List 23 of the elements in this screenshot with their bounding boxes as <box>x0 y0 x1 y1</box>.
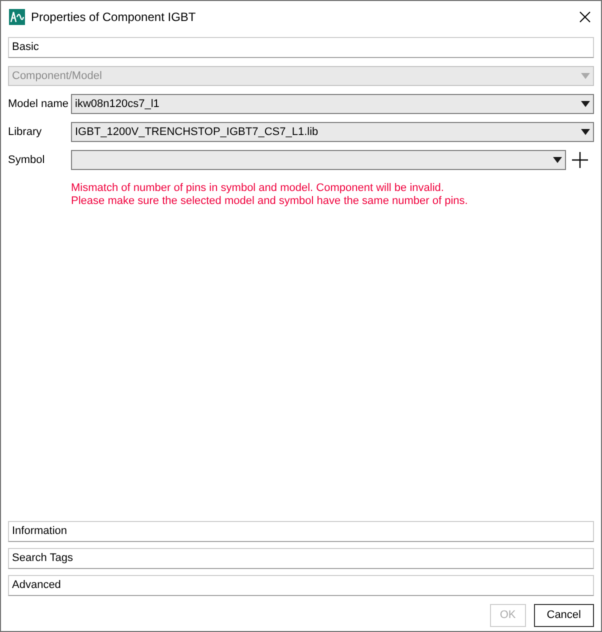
dropdown-arrow-icon <box>581 73 590 79</box>
cancel-button[interactable]: Cancel <box>534 604 594 627</box>
field-label: Library <box>8 124 43 140</box>
section-header[interactable]: Basic <box>8 37 594 58</box>
dropdown-arrow-icon <box>581 101 590 107</box>
close-icon <box>579 11 591 23</box>
add-button[interactable] <box>572 152 588 168</box>
section-header[interactable]: Advanced <box>8 575 594 596</box>
close-button[interactable] <box>577 9 593 25</box>
field-label: Model name <box>8 96 70 112</box>
dropdown-field[interactable] <box>71 150 566 170</box>
dropdown-field[interactable]: ikw08n120cs7_l1 <box>71 94 594 114</box>
dropdown-arrow-icon <box>553 157 562 163</box>
section-header[interactable]: Information <box>8 521 594 542</box>
dropdown-field[interactable]: IGBT_1200V_TRENCHSTOP_IGBT7_CS7_L1.lib <box>71 122 594 142</box>
app-icon <box>9 9 25 25</box>
dropdown-arrow-icon <box>581 129 590 135</box>
plus-icon <box>572 152 588 168</box>
error-message: Mismatch of number of pins in symbol and model. Component will be invalid. <box>71 182 445 195</box>
field-label: Symbol <box>8 152 46 168</box>
section-header[interactable]: Search Tags <box>8 548 594 569</box>
error-message: Please make sure the selected model and symbol have the same number of pins. <box>71 195 469 208</box>
window-title: Properties of Component IGBT <box>31 9 196 26</box>
